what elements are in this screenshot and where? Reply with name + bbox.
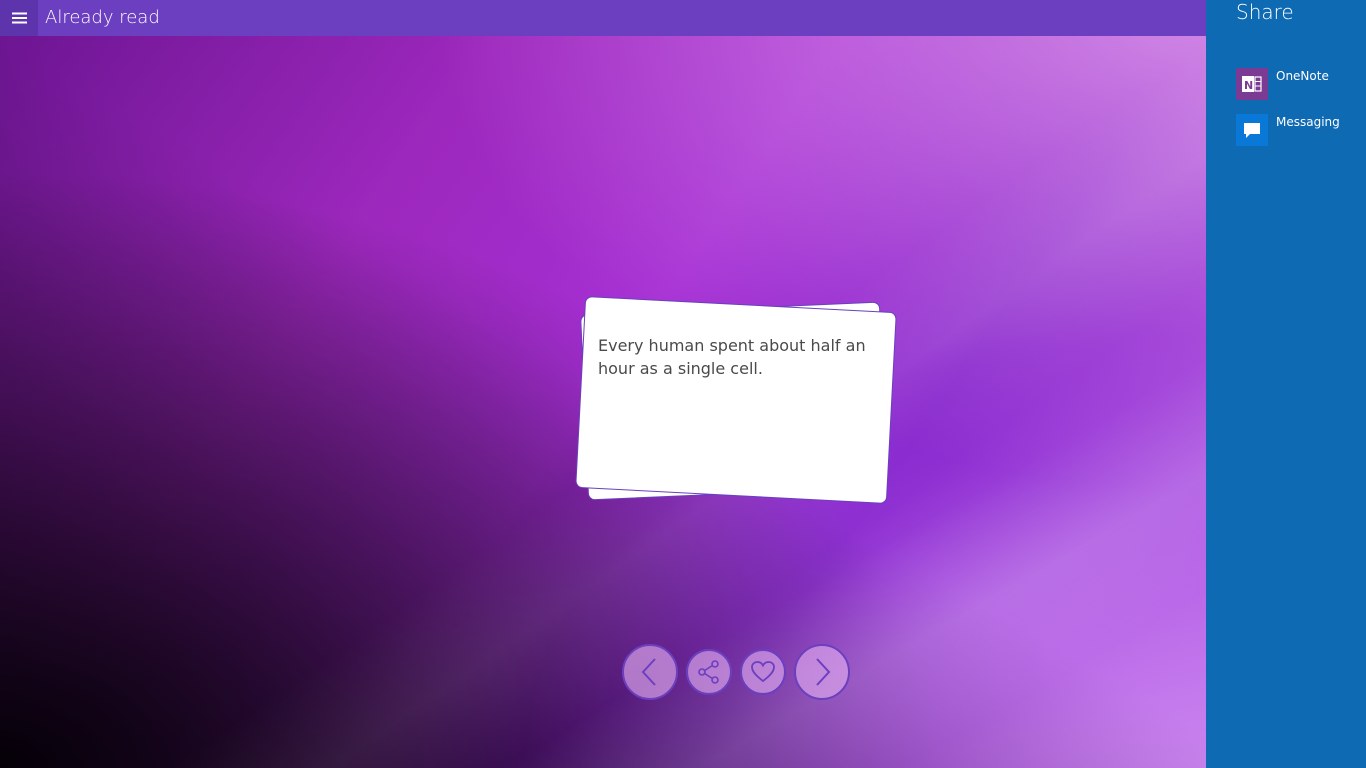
hamburger-icon <box>11 17 27 19</box>
fact-text: Every human spent about half an hour as … <box>598 336 866 378</box>
share-icon <box>698 660 719 684</box>
app-window: Already read Every human spent about hal… <box>0 0 1206 768</box>
share-pane-title: Share <box>1236 0 1294 24</box>
share-target-label: OneNote <box>1276 69 1329 83</box>
card-controls <box>622 644 852 702</box>
svg-text:N: N <box>1244 79 1253 92</box>
previous-button[interactable] <box>622 644 678 700</box>
fact-card[interactable] <box>575 295 897 505</box>
chevron-right-icon <box>816 658 831 686</box>
favorite-button[interactable] <box>740 649 786 695</box>
share-target-onenote[interactable]: N OneNote <box>1236 68 1356 102</box>
page-title: Already read <box>45 7 160 28</box>
title-bar: Already read <box>0 0 1206 36</box>
share-button[interactable] <box>686 649 732 695</box>
fact-card-stack[interactable]: Every human spent about half an hour as … <box>575 295 897 512</box>
share-pane: Share N OneNote Messaging <box>1206 0 1366 768</box>
messaging-icon <box>1236 114 1268 146</box>
onenote-icon: N <box>1236 68 1268 100</box>
heart-icon <box>751 661 775 683</box>
share-target-label: Messaging <box>1276 115 1340 129</box>
share-target-messaging[interactable]: Messaging <box>1236 114 1356 148</box>
hamburger-menu-button[interactable] <box>0 0 38 36</box>
chevron-left-icon <box>641 658 656 686</box>
next-button[interactable] <box>794 644 850 700</box>
